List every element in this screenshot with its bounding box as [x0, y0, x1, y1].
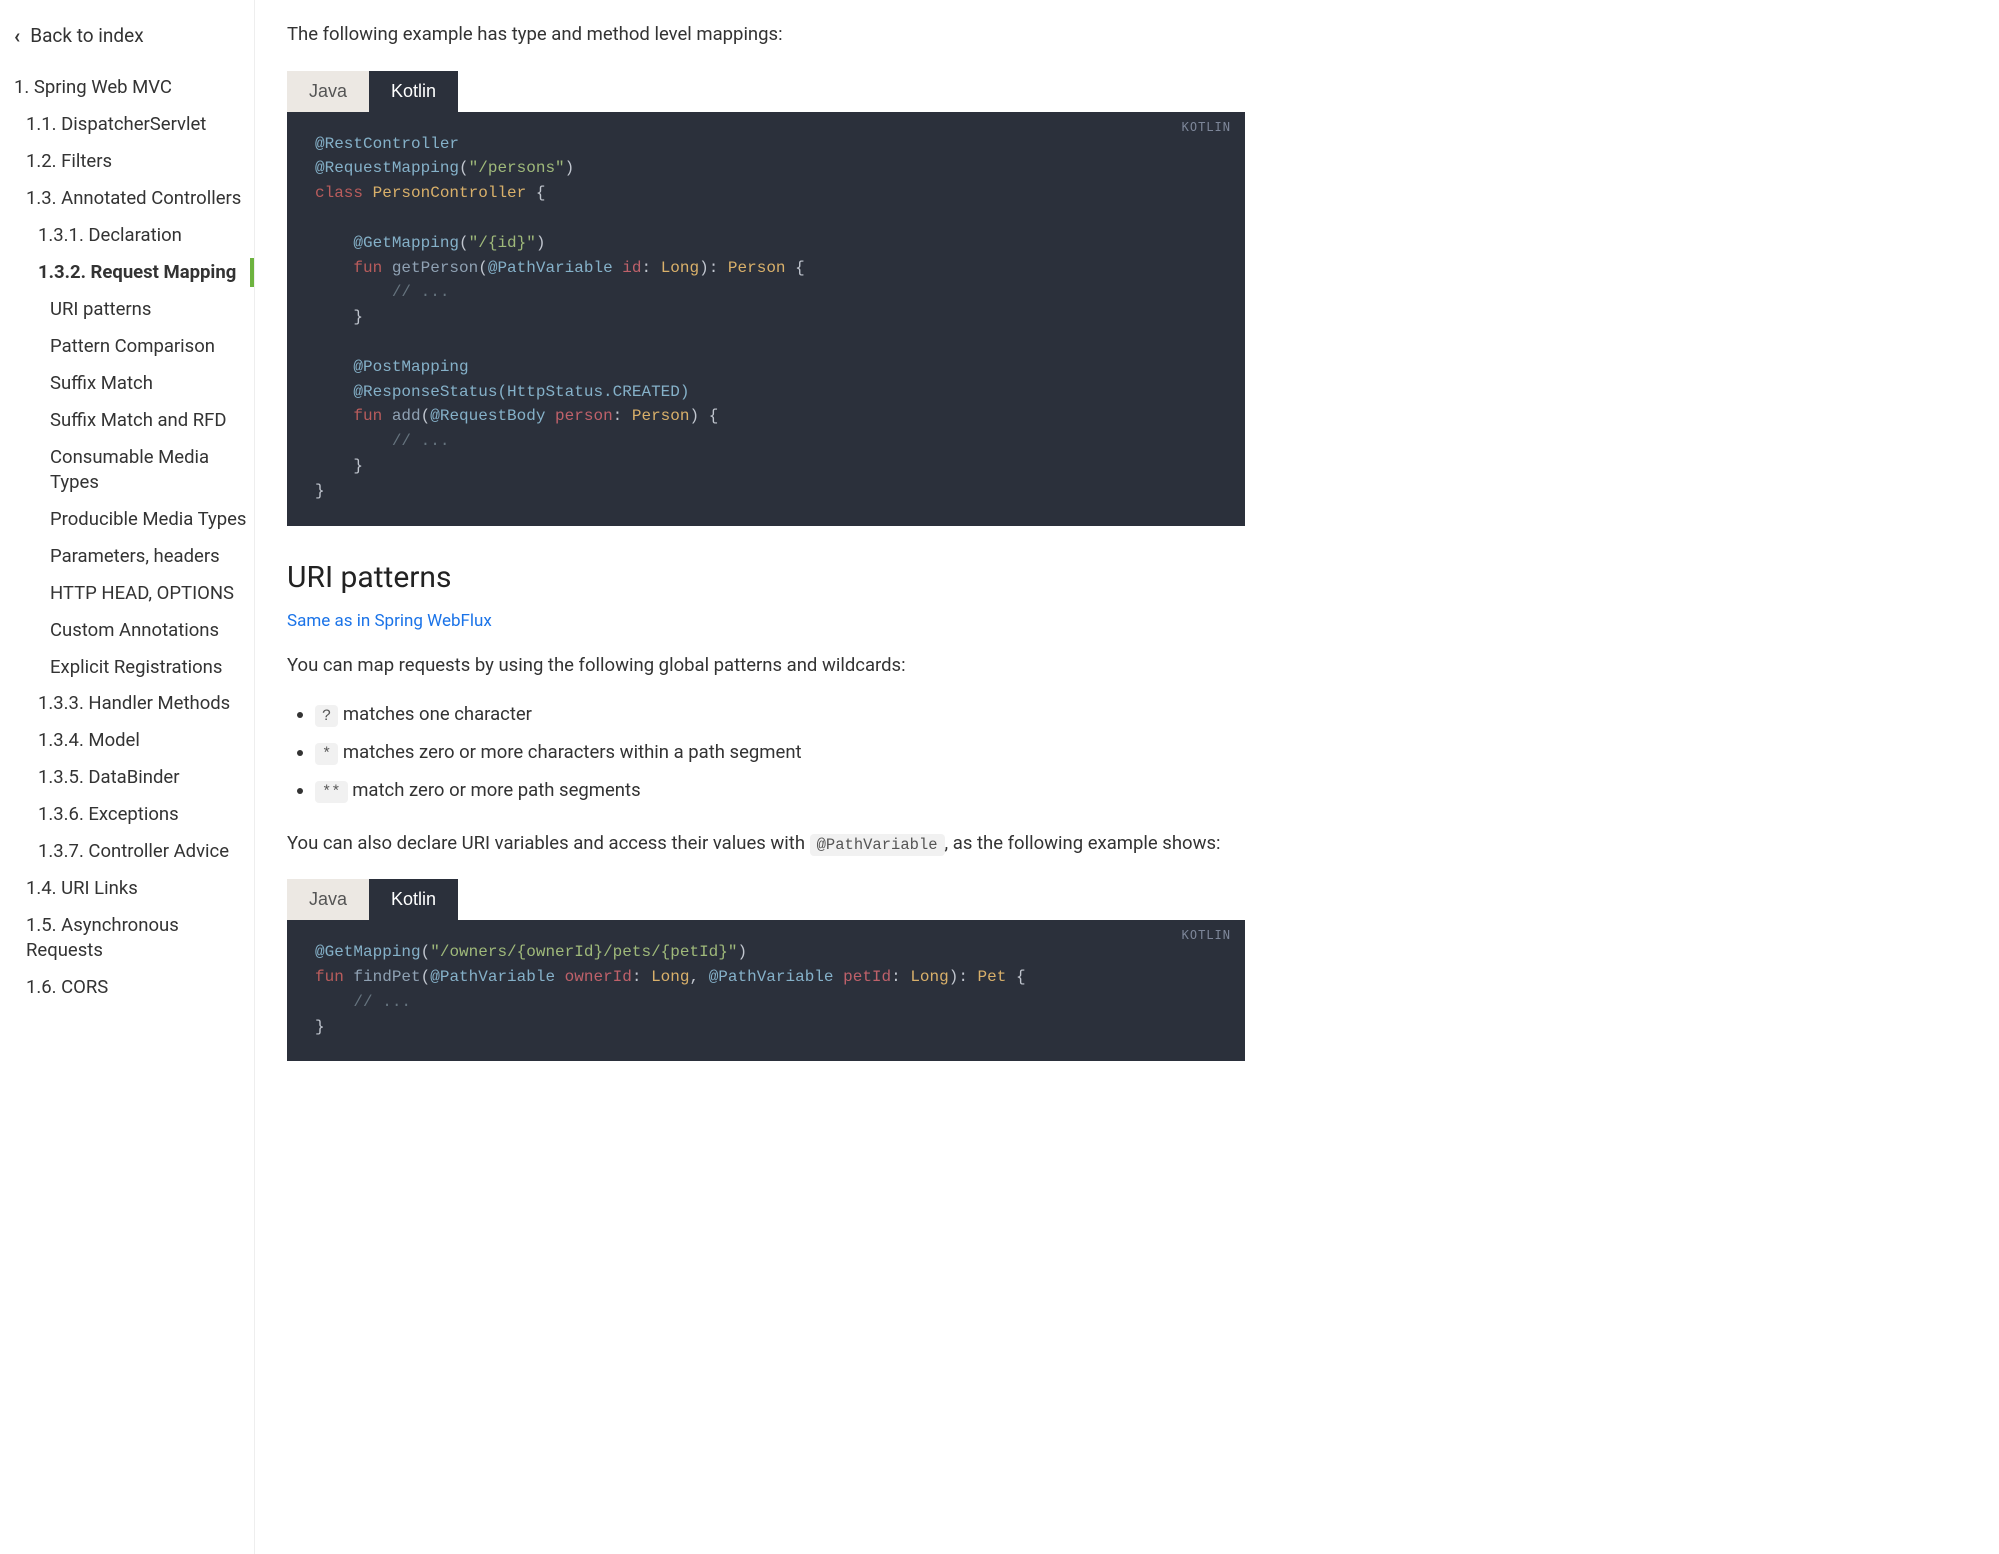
pattern-bullet: ** match zero or more path segments	[315, 777, 1245, 805]
code-block: KOTLIN @RestController @RequestMapping("…	[287, 112, 1245, 526]
toc-item: 1.1. DispatcherServlet	[14, 106, 254, 143]
pattern-code: **	[315, 781, 348, 803]
lang-badge: KOTLIN	[1182, 928, 1231, 942]
tab-kotlin[interactable]: Kotlin	[369, 71, 458, 112]
toc-link[interactable]: 1.3.1. Declaration	[14, 217, 254, 254]
toc-link[interactable]: Explicit Registrations	[14, 649, 254, 686]
toc-item: 1.4. URI Links	[14, 870, 254, 907]
tab-kotlin[interactable]: Kotlin	[369, 879, 458, 920]
toc-item: Parameters, headers	[14, 538, 254, 575]
tab-java[interactable]: Java	[287, 879, 369, 920]
toc-item: Suffix Match and RFD	[14, 402, 254, 439]
toc-link[interactable]: 1.1. DispatcherServlet	[14, 106, 254, 143]
intro-paragraph: The following example has type and metho…	[287, 20, 1245, 49]
sidebar-nav: ‹ Back to index 1. Spring Web MVC1.1. Di…	[0, 0, 255, 1554]
toc-link[interactable]: 1.3.7. Controller Advice	[14, 833, 254, 870]
toc-item: Producible Media Types	[14, 501, 254, 538]
patterns-intro: You can map requests by using the follow…	[287, 651, 1245, 680]
toc-link[interactable]: Consumable Media Types	[14, 439, 254, 501]
back-label: Back to index	[30, 24, 143, 47]
toc-link[interactable]: 1.3.5. DataBinder	[14, 759, 254, 796]
pathvariable-code: @PathVariable	[810, 834, 945, 856]
toc-item: Suffix Match	[14, 365, 254, 402]
toc-link[interactable]: 1.3.3. Handler Methods	[14, 685, 254, 722]
code-example-1: Java Kotlin KOTLIN @RestController @Requ…	[287, 71, 1245, 526]
toc-link[interactable]: Custom Annotations	[14, 612, 254, 649]
main-content: The following example has type and metho…	[255, 0, 1265, 1061]
toc-item: Custom Annotations	[14, 612, 254, 649]
code-pre: @GetMapping("/owners/{ownerId}/pets/{pet…	[315, 940, 1217, 1039]
code-block: KOTLIN @GetMapping("/owners/{ownerId}/pe…	[287, 920, 1245, 1061]
toc-link[interactable]: 1.2. Filters	[14, 143, 254, 180]
pattern-bullet-list: ? matches one character * matches zero or…	[315, 701, 1245, 804]
toc-item: 1.3.1. Declaration	[14, 217, 254, 254]
toc-item: 1.5. Asynchronous Requests	[14, 907, 254, 969]
toc-link[interactable]: 1.3.2. Request Mapping	[14, 254, 254, 291]
toc-item: 1.3.5. DataBinder	[14, 759, 254, 796]
back-to-index-link[interactable]: ‹ Back to index	[14, 10, 254, 69]
toc-item: 1.6. CORS	[14, 969, 254, 1006]
toc-item: 1.3. Annotated Controllers	[14, 180, 254, 217]
toc-item: 1. Spring Web MVC	[14, 69, 254, 106]
pattern-bullet: * matches zero or more characters within…	[315, 739, 1245, 767]
toc-item: 1.3.3. Handler Methods	[14, 685, 254, 722]
toc-link[interactable]: Pattern Comparison	[14, 328, 254, 365]
toc-link[interactable]: Suffix Match	[14, 365, 254, 402]
toc-item: 1.3.2. Request Mapping	[14, 254, 254, 291]
pattern-code: *	[315, 743, 338, 765]
toc-link[interactable]: 1. Spring Web MVC	[14, 69, 254, 106]
toc-link[interactable]: 1.4. URI Links	[14, 870, 254, 907]
toc-link[interactable]: Parameters, headers	[14, 538, 254, 575]
toc: 1. Spring Web MVC1.1. DispatcherServlet1…	[14, 69, 254, 1006]
pattern-code: ?	[315, 705, 338, 727]
toc-item: 1.2. Filters	[14, 143, 254, 180]
code-tabs: Java Kotlin	[287, 879, 1245, 920]
toc-item: 1.3.6. Exceptions	[14, 796, 254, 833]
toc-item: 1.3.7. Controller Advice	[14, 833, 254, 870]
pattern-bullet: ? matches one character	[315, 701, 1245, 729]
toc-item: Consumable Media Types	[14, 439, 254, 501]
toc-link[interactable]: Producible Media Types	[14, 501, 254, 538]
toc-item: 1.3.4. Model	[14, 722, 254, 759]
toc-item: URI patterns	[14, 291, 254, 328]
section-uri-patterns-title: URI patterns	[287, 560, 1245, 595]
webflux-link[interactable]: Same as in Spring WebFlux	[287, 611, 492, 631]
toc-link[interactable]: URI patterns	[14, 291, 254, 328]
toc-link[interactable]: 1.6. CORS	[14, 969, 254, 1006]
chevron-left-icon: ‹	[14, 26, 20, 46]
lang-badge: KOTLIN	[1182, 120, 1231, 134]
toc-item: Explicit Registrations	[14, 649, 254, 686]
toc-link[interactable]: 1.5. Asynchronous Requests	[14, 907, 254, 969]
toc-link[interactable]: HTTP HEAD, OPTIONS	[14, 575, 254, 612]
toc-link[interactable]: 1.3.4. Model	[14, 722, 254, 759]
toc-link[interactable]: Suffix Match and RFD	[14, 402, 254, 439]
code-pre: @RestController @RequestMapping("/person…	[315, 132, 1217, 504]
code-example-2: Java Kotlin KOTLIN @GetMapping("/owners/…	[287, 879, 1245, 1061]
toc-link[interactable]: 1.3. Annotated Controllers	[14, 180, 254, 217]
main-scroll[interactable]: The following example has type and metho…	[255, 0, 1999, 1554]
code-tabs: Java Kotlin	[287, 71, 1245, 112]
toc-item: HTTP HEAD, OPTIONS	[14, 575, 254, 612]
toc-item: Pattern Comparison	[14, 328, 254, 365]
toc-link[interactable]: 1.3.6. Exceptions	[14, 796, 254, 833]
tab-java[interactable]: Java	[287, 71, 369, 112]
pathvariable-para: You can also declare URI variables and a…	[287, 829, 1245, 858]
